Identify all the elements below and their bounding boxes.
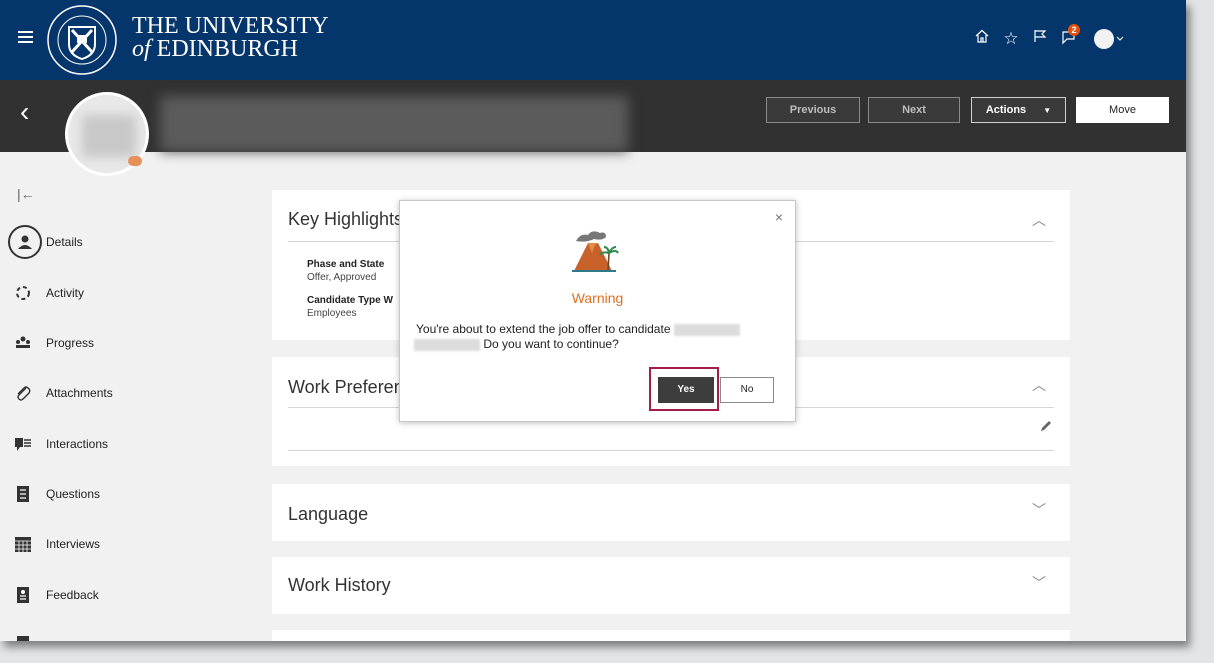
sidebar-item-label: Activity: [46, 286, 85, 300]
no-button[interactable]: No: [720, 377, 774, 403]
candidate-name-redacted: [160, 96, 628, 152]
sidebar-item-label: Attachments: [46, 386, 113, 400]
edit-pencil-icon[interactable]: [1040, 419, 1052, 437]
sidebar-item-label: Details: [46, 235, 83, 249]
activity-icon: [12, 282, 34, 304]
user-menu-icon[interactable]: [1094, 28, 1124, 50]
dialog-title: Warning: [571, 290, 624, 306]
section-title: Language: [288, 504, 369, 524]
sidebar-item-label: Progress: [46, 336, 95, 350]
dialog-message-line2: Do you want to continue?: [483, 337, 619, 351]
notification-badge: 2: [1068, 24, 1080, 36]
section-title: Work History: [288, 575, 391, 595]
sidebar-item-interviews[interactable]: Interviews: [12, 529, 100, 559]
home-icon[interactable]: [971, 28, 993, 50]
chevron-up-icon[interactable]: ︿: [1032, 210, 1046, 230]
next-section: [272, 630, 1070, 641]
university-crest: [47, 5, 117, 75]
favorites-star-icon[interactable]: ☆: [1000, 28, 1022, 50]
next-button[interactable]: Next: [868, 97, 960, 123]
sidebar-item-progress[interactable]: Progress: [12, 328, 94, 358]
collapse-panel-icon[interactable]: |←: [17, 186, 35, 202]
person-icon: [8, 225, 42, 259]
candidate-type-label: Candidate Type W: [307, 295, 393, 306]
sidebar-item-label: Feedback: [46, 588, 99, 602]
paperclip-icon: [12, 382, 34, 404]
notifications-icon[interactable]: 2: [1058, 24, 1080, 50]
questions-icon: [12, 483, 34, 505]
sidebar-item-label: Interviews: [46, 537, 101, 551]
phase-label: Phase and State: [307, 259, 385, 270]
candidate-type-value: Employees: [307, 308, 357, 319]
sidebar-item-interactions[interactable]: Interactions: [12, 429, 108, 459]
back-icon[interactable]: ‹: [20, 96, 29, 128]
sidebar-item-activity[interactable]: Activity: [12, 278, 84, 308]
sidebar-item-label: Questions: [46, 487, 101, 501]
sidebar-item-attachments[interactable]: Attachments: [12, 378, 113, 408]
feedback-icon: [12, 584, 34, 606]
menu-icon[interactable]: [18, 31, 33, 46]
phase-value: Offer, Approved: [307, 272, 377, 283]
sidebar-item-label: Interactions: [46, 437, 109, 451]
sidebar-item-details[interactable]: Details: [8, 225, 83, 259]
app-window: THE UNIVERSITY of EDINBURGH ☆ 2 ‹ Previo…: [0, 0, 1186, 641]
more-icon: [12, 632, 34, 641]
chevron-down-icon[interactable]: ﹀: [1032, 500, 1046, 520]
flag-icon[interactable]: [1029, 28, 1051, 50]
divider: [288, 450, 1054, 451]
close-icon[interactable]: ×: [775, 209, 783, 225]
chevron-up-icon[interactable]: ︿: [1032, 375, 1046, 395]
university-name-line1: THE UNIVERSITY: [132, 13, 329, 39]
volcano-warning-icon: [572, 231, 619, 272]
sidebar-item-more[interactable]: [12, 628, 46, 641]
university-name-of: of: [132, 36, 151, 62]
actions-label: Actions: [985, 104, 1027, 116]
dialog-message: You're about to extend the job offer to …: [414, 322, 776, 352]
move-button[interactable]: Move: [1076, 97, 1169, 123]
warning-dialog: × Warning You're about to extend the job…: [399, 200, 796, 422]
sidebar-item-feedback[interactable]: Feedback: [12, 580, 99, 610]
university-name-line2: EDINBURGH: [150, 36, 298, 62]
interactions-icon: [12, 433, 34, 455]
university-name[interactable]: THE UNIVERSITY of EDINBURGH: [132, 13, 329, 62]
actions-button[interactable]: Actions ▼: [971, 97, 1066, 123]
calendar-icon: [12, 533, 34, 555]
chevron-down-icon: ▼: [1043, 106, 1052, 115]
avatar-badge: [128, 156, 142, 166]
dialog-message-line1: You're about to extend the job offer to …: [416, 322, 671, 336]
candidate-name-redacted: [673, 323, 740, 336]
candidate-name-redacted: [414, 338, 480, 351]
sidebar-item-questions[interactable]: Questions: [12, 479, 100, 509]
chevron-down-icon[interactable]: ﹀: [1032, 573, 1046, 593]
global-header: THE UNIVERSITY of EDINBURGH ☆ 2: [0, 0, 1186, 80]
language-section[interactable]: Language ﹀: [272, 484, 1070, 541]
section-title: Key Highlights: [288, 209, 404, 229]
work-history-section[interactable]: Work History ﹀: [272, 557, 1070, 614]
yes-button[interactable]: Yes: [658, 377, 714, 403]
previous-button[interactable]: Previous: [766, 97, 860, 123]
progress-icon: [12, 332, 34, 354]
